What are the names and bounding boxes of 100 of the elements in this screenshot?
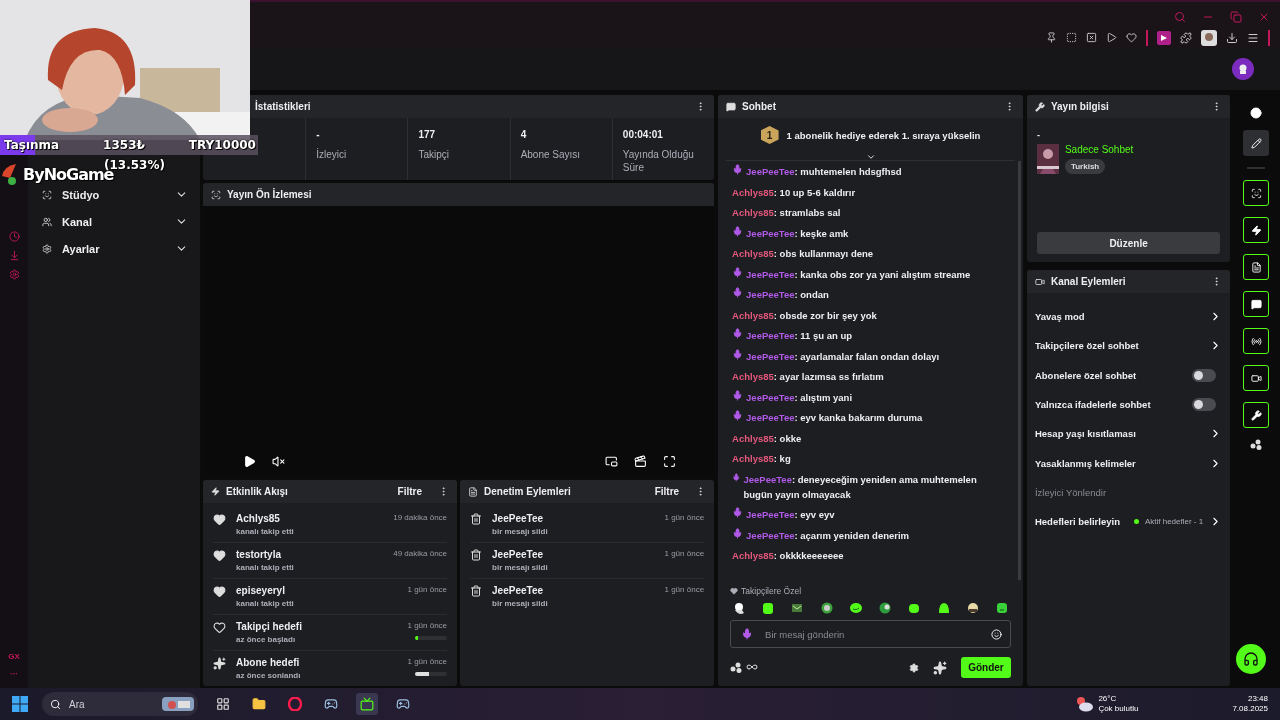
help-button[interactable] — [1236, 644, 1266, 674]
pip-icon[interactable] — [605, 455, 619, 468]
collapse-icon[interactable] — [865, 152, 876, 162]
badge-icon[interactable] — [932, 660, 947, 675]
toggle-switch[interactable] — [1192, 368, 1217, 382]
stat-label: Takipçi — [418, 148, 450, 161]
mute-icon[interactable] — [272, 455, 285, 468]
menu-icon[interactable] — [1247, 31, 1259, 44]
snapshot-icon[interactable] — [1066, 32, 1077, 43]
trash-icon — [470, 513, 483, 525]
chat-message: JeePeeTee: eyv eyv — [746, 508, 835, 522]
setting-label: Yalnızca ifadelerle sohbet — [1034, 399, 1152, 411]
play-icon[interactable] — [243, 455, 256, 468]
chat-message: Achlys85: ayar lazımsa ss fırlatım — [732, 370, 884, 384]
panel-title: İstatistikleri — [255, 101, 312, 112]
goal-amount: 1353₺ — [103, 138, 145, 152]
sparkle-icon — [213, 657, 226, 670]
clock-time: 23:48 — [1247, 694, 1268, 704]
moderation-toggle-button[interactable] — [1243, 254, 1270, 280]
category-link[interactable]: Sadece Sohbet — [1064, 144, 1134, 155]
event-name: Takipçi hedefi — [236, 621, 303, 632]
profile-avatar[interactable] — [1201, 29, 1217, 46]
chat-message: Achlys85: okkkkeeeeeee — [732, 549, 844, 563]
extension-icon[interactable] — [1157, 30, 1171, 45]
activity-toggle-button[interactable] — [1243, 217, 1270, 243]
theater-icon[interactable] — [634, 455, 648, 468]
channel-actions-toggle-button[interactable] — [1243, 365, 1270, 391]
sidebar-item[interactable]: Stüdyo — [62, 188, 100, 201]
square-x-icon[interactable] — [1086, 32, 1097, 43]
panel-title: Yayın Ön İzlemesi — [227, 189, 313, 200]
emote-icon[interactable] — [936, 601, 951, 615]
filter-button[interactable]: Filtre — [644, 486, 690, 497]
setting-label[interactable]: Hesap yaşı kısıtlaması — [1034, 428, 1204, 440]
emote-icon[interactable] — [907, 601, 922, 615]
emote-icon[interactable] — [761, 601, 776, 615]
filter-button[interactable]: Filtre — [387, 486, 433, 497]
edit-button[interactable]: Düzenle — [1036, 232, 1221, 254]
edit-mode-button[interactable] — [1243, 130, 1270, 156]
taskbar-search-field[interactable]: Ara — [42, 692, 198, 716]
play-icon[interactable] — [1106, 32, 1117, 43]
goal-target: TRY10000 — [188, 138, 256, 152]
event-time: 1 gün önce — [407, 585, 448, 594]
stat-value: 4 — [520, 129, 528, 140]
stream-info-toggle-button[interactable] — [1243, 402, 1270, 428]
message-field[interactable]: Bir mesaj gönderin — [730, 620, 1011, 648]
streaming-app-button[interactable] — [356, 693, 378, 715]
wrench-icon — [1250, 409, 1262, 421]
event-name: episeyeryl — [236, 585, 286, 596]
send-button[interactable]: Gönder — [960, 657, 1011, 678]
broadcast-toggle-button[interactable] — [1243, 328, 1270, 354]
gamepad-icon — [324, 697, 338, 711]
info-icon[interactable] — [1250, 107, 1263, 119]
download-icon[interactable] — [1226, 31, 1238, 44]
message-input[interactable]: Bir mesaj gönderin — [763, 627, 981, 641]
emote-icon[interactable] — [848, 601, 863, 615]
chat-message: Achlys85: obs kullanmayı dene — [732, 247, 874, 261]
event-detail: kanalı takip etti — [236, 527, 295, 536]
setting-label[interactable]: Yavaş mod — [1034, 311, 1204, 323]
preview-toggle-button[interactable] — [1243, 180, 1270, 206]
puzzle-icon[interactable] — [1180, 31, 1192, 44]
moderation-action: bir mesajı sildi — [492, 563, 549, 572]
points-icon[interactable] — [1250, 439, 1263, 450]
lightning-icon — [211, 487, 220, 496]
search-icon[interactable] — [50, 698, 61, 710]
channel-avatar[interactable] — [1232, 58, 1254, 80]
tv-icon — [360, 697, 374, 711]
emote-icon[interactable] — [965, 601, 980, 615]
emote-icon[interactable] — [790, 601, 805, 615]
setting-label[interactable]: Takipçilere özel sohbet — [1034, 340, 1204, 352]
emote-icon[interactable] — [878, 601, 893, 615]
taskbar-search-input[interactable]: Ara — [67, 697, 156, 711]
emoji-icon[interactable] — [990, 628, 1002, 640]
pin-icon[interactable] — [1046, 32, 1057, 43]
heart-icon[interactable] — [1126, 32, 1137, 43]
emote-icon[interactable] — [819, 601, 834, 615]
chat-toggle-button[interactable] — [1243, 291, 1270, 317]
emote-icon[interactable] — [732, 601, 747, 615]
toggle-switch[interactable] — [1192, 398, 1217, 412]
folder-icon — [252, 697, 266, 711]
chat-message: Achlys85: obsde zor bir şey yok — [732, 308, 877, 323]
document-icon — [468, 486, 479, 497]
stat-label: İzleyici — [316, 148, 348, 161]
chat-icon — [1250, 298, 1262, 310]
event-detail: az önce başladı — [236, 635, 297, 644]
broadcast-icon — [1250, 335, 1262, 347]
sidebar-item[interactable]: Kanal — [62, 215, 92, 228]
setting-label[interactable]: Yasaklanmış kelimeler — [1034, 457, 1204, 469]
points-icon[interactable] — [730, 662, 743, 673]
emote-icon[interactable] — [994, 601, 1009, 615]
event-name: Abone hedefi — [236, 657, 301, 668]
stat-value: - — [316, 129, 321, 140]
windows-start-icon[interactable] — [12, 696, 28, 712]
wrench-icon — [1034, 101, 1045, 112]
fullscreen-icon[interactable] — [663, 455, 677, 468]
chat-message: Achlys85: 10 up 5-6 kaldırır — [732, 185, 856, 200]
panel-title: Denetim Eylemleri — [484, 486, 572, 497]
sidebar-item[interactable]: Ayarlar — [62, 242, 100, 255]
chat-message: Achlys85: okke — [732, 431, 802, 446]
clock-icon[interactable] — [8, 231, 20, 242]
panel-title: Yayın bilgisi — [1050, 101, 1110, 112]
